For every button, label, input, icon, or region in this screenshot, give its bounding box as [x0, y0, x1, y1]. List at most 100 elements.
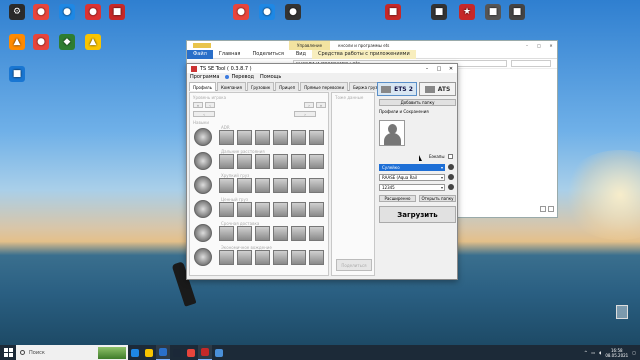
skill-level-cell[interactable] [309, 250, 324, 265]
explorer-search-input[interactable] [511, 60, 551, 67]
skill-level-cell[interactable] [237, 202, 252, 217]
skill-level-cell[interactable] [273, 178, 288, 193]
details-view-icon[interactable] [540, 206, 546, 212]
skill-level-cell[interactable] [219, 250, 234, 265]
skill-level-cell[interactable] [219, 154, 234, 169]
skill-level-cell[interactable] [273, 130, 288, 145]
menu-help[interactable]: Помощь [260, 74, 281, 80]
skill-level-cell[interactable] [291, 202, 306, 217]
level-prev-small-button[interactable]: ‹ [205, 102, 215, 108]
maximize-icon[interactable]: □ [433, 66, 445, 72]
save-select[interactable]: RAASE (Aqua Rail ▾ [379, 174, 445, 181]
skill-level-cell[interactable] [309, 178, 324, 193]
tiles-view-icon[interactable] [548, 206, 554, 212]
skill-level-cell[interactable] [291, 226, 306, 241]
skill-level-cell[interactable] [273, 226, 288, 241]
level-next-button[interactable]: » [316, 102, 326, 108]
taskbar-app-button[interactable] [142, 345, 156, 360]
tab-direct-transport[interactable]: Прямые перевозки [300, 82, 349, 91]
skill-level-cell[interactable] [237, 226, 252, 241]
taskbar-search[interactable]: Поиск [16, 345, 128, 360]
taskbar-app-button[interactable] [170, 345, 184, 360]
tab-app-tools[interactable]: Средства работы с приложениями [312, 49, 416, 59]
level-plus-button[interactable]: › [294, 111, 316, 117]
start-button[interactable] [0, 345, 16, 360]
minimize-icon[interactable]: – [521, 43, 533, 48]
taskbar-app-button[interactable] [156, 345, 170, 360]
slot-select[interactable]: 12345 ▾ [379, 184, 445, 191]
profile-refresh-icon[interactable] [448, 164, 454, 170]
skill-level-cell[interactable] [291, 130, 306, 145]
skill-level-cell[interactable] [291, 250, 306, 265]
level-minus-button[interactable]: ‹ [193, 111, 215, 117]
skill-level-cell[interactable] [237, 154, 252, 169]
skill-level-cell[interactable] [273, 154, 288, 169]
tab-share[interactable]: Поделиться [246, 50, 289, 59]
desktop-icon[interactable]: ■ [2, 66, 32, 84]
desktop-icon[interactable]: ▲ [78, 34, 108, 52]
tab-home[interactable]: Главная [213, 50, 247, 59]
skill-level-cell[interactable] [291, 178, 306, 193]
skill-level-cell[interactable] [219, 202, 234, 217]
level-next-small-button[interactable]: › [304, 102, 314, 108]
tray-chevron-icon[interactable]: ^ [584, 350, 587, 355]
skill-level-cell[interactable] [219, 178, 234, 193]
skill-level-cell[interactable] [309, 226, 324, 241]
maximize-icon[interactable]: □ [533, 43, 545, 48]
skill-level-cell[interactable] [309, 130, 324, 145]
save-refresh-icon[interactable] [448, 174, 454, 180]
skill-level-cell[interactable] [255, 130, 270, 145]
skill-level-cell[interactable] [255, 250, 270, 265]
minimize-icon[interactable]: – [421, 66, 433, 72]
share-button[interactable]: Поделиться [336, 259, 372, 271]
skill-level-cell[interactable] [255, 154, 270, 169]
add-folder-button[interactable]: Добавить папку [379, 99, 456, 106]
backups-checkbox[interactable] [448, 154, 453, 159]
expand-button[interactable]: Расширенно [379, 195, 416, 202]
skill-level-cell[interactable] [219, 130, 234, 145]
skill-level-cell[interactable] [309, 154, 324, 169]
skill-level-cell[interactable] [273, 250, 288, 265]
close-icon[interactable]: ✕ [545, 43, 557, 48]
desktop-icon[interactable]: ■ [102, 4, 132, 22]
game-ats-button[interactable]: ATS [419, 82, 456, 96]
ts-se-tool-window[interactable]: TS SE Tool ( 0.3.8.7 ) – □ ✕ Программа П… [186, 63, 458, 280]
recycle-bin[interactable] [608, 305, 636, 320]
skill-level-cell[interactable] [237, 130, 252, 145]
tab-trailer[interactable]: Прицеп [275, 82, 300, 91]
close-icon[interactable]: ✕ [445, 66, 457, 72]
network-icon[interactable]: ▭ [591, 350, 595, 355]
taskbar-app-button[interactable] [184, 345, 198, 360]
skill-level-cell[interactable] [255, 178, 270, 193]
taskbar-app-button[interactable] [198, 345, 212, 360]
desktop-icon[interactable]: ■ [378, 4, 408, 22]
notifications-icon[interactable]: ▢ [632, 350, 636, 355]
game-ets2-button[interactable]: ETS 2 [377, 82, 417, 96]
menu-translation[interactable]: Перевод [225, 74, 254, 80]
skill-level-cell[interactable] [309, 202, 324, 217]
skill-level-cell[interactable] [237, 178, 252, 193]
tab-view[interactable]: Вид [290, 50, 312, 59]
skill-level-cell[interactable] [273, 202, 288, 217]
skill-level-cell[interactable] [255, 226, 270, 241]
load-button[interactable]: Загрузить [379, 206, 456, 223]
level-prev-button[interactable]: « [193, 102, 203, 108]
slot-refresh-icon[interactable] [448, 184, 454, 190]
tab-truck[interactable]: Грузовик [246, 82, 275, 91]
profile-select[interactable]: Сулейко ▾ [379, 164, 445, 171]
taskbar-app-button[interactable] [128, 345, 142, 360]
tab-profile[interactable]: Профиль [189, 82, 216, 91]
skill-level-cell[interactable] [219, 226, 234, 241]
skill-level-cell[interactable] [237, 250, 252, 265]
open-folder-button[interactable]: Открыть папку [419, 195, 456, 202]
desktop-icon[interactable]: ■ [502, 4, 532, 22]
clock[interactable]: 16:58 08.05.2021 [605, 348, 628, 358]
desktop-icon[interactable]: ■ [424, 4, 454, 22]
taskbar-app-button[interactable] [212, 345, 226, 360]
menu-program[interactable]: Программа [190, 74, 219, 80]
desktop-icon[interactable]: ● [278, 4, 308, 22]
tab-company[interactable]: Компания [216, 82, 246, 91]
volume-icon[interactable]: ◖ [599, 350, 601, 355]
skill-level-cell[interactable] [255, 202, 270, 217]
tab-file[interactable]: Файл [187, 49, 213, 59]
